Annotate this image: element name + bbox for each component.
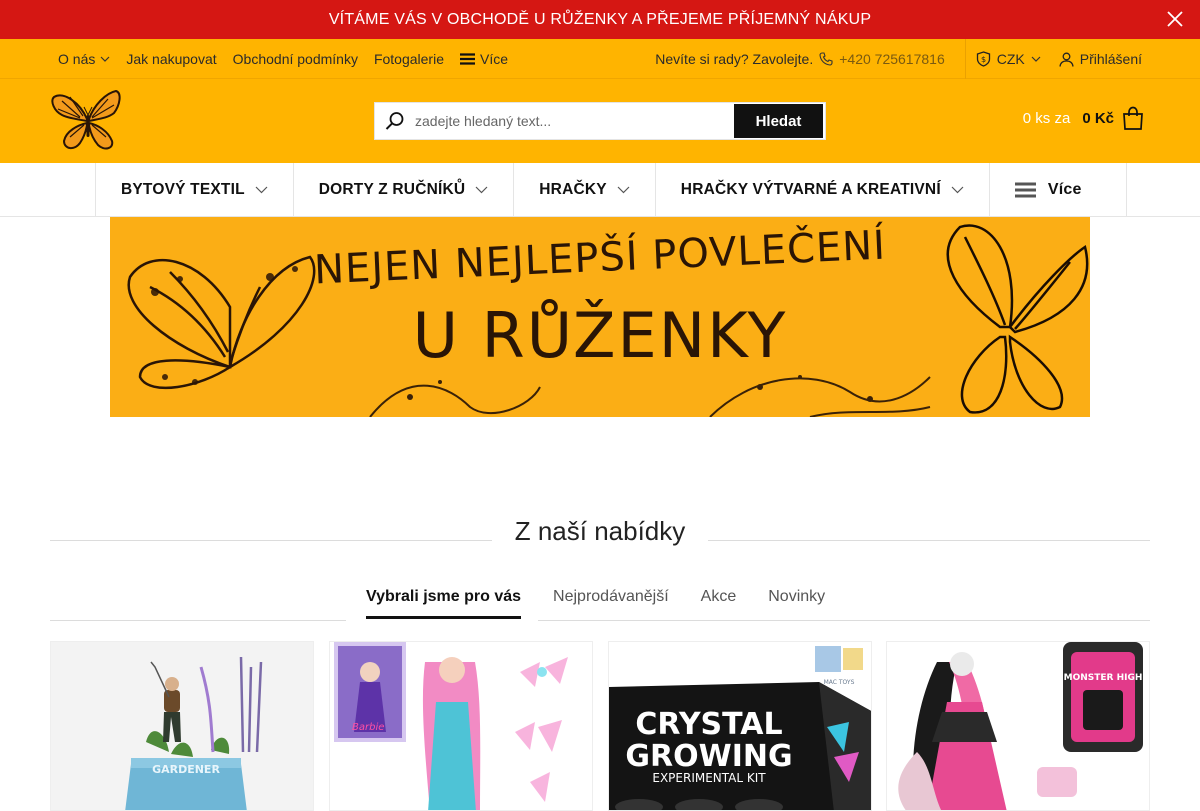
chevron-down-icon <box>951 186 964 194</box>
product-image-text: GROWING <box>625 739 792 774</box>
section-title: Z naší nabídky <box>492 516 708 547</box>
chevron-down-icon <box>1031 56 1041 62</box>
top-link-label: Více <box>480 51 509 67</box>
shopping-bag-icon <box>1123 106 1143 130</box>
top-link-label: O nás <box>58 51 96 67</box>
category-nav: BYTOVÝ TEXTIL DORTY Z RUČNÍKŮ HRAČKY HRA… <box>0 163 1200 217</box>
top-link-terms[interactable]: Obchodní podmínky <box>233 51 358 67</box>
user-icon <box>1059 52 1074 67</box>
category-towel-cakes[interactable]: DORTY Z RUČNÍKŮ <box>294 163 515 217</box>
menu-icon <box>1014 182 1036 198</box>
menu-icon <box>460 53 475 65</box>
product-image-text: Barbie <box>352 722 384 733</box>
tab-sale[interactable]: Akce <box>701 588 737 619</box>
category-toys[interactable]: HRAČKY <box>514 163 656 217</box>
currency-shield-icon: $ <box>976 51 990 67</box>
tab-recommended[interactable]: Vybrali jsme pro vás <box>366 588 522 619</box>
section-heading: Z naší nabídky <box>50 512 1150 552</box>
category-label: DORTY Z RUČNÍKŮ <box>318 181 466 198</box>
search-input[interactable] <box>415 104 734 138</box>
product-image-text: EXPERIMENTAL KIT <box>652 771 766 785</box>
banner-subheadline: U RŮŽENKY <box>412 299 788 372</box>
hero-banner[interactable]: NEJEN NEJLEPŠÍ POVLEČENÍ U RŮŽENKY <box>110 217 1090 417</box>
top-link-gallery[interactable]: Fotogalerie <box>374 51 444 67</box>
header: Hledat 0 ks za 0 Kč <box>0 79 1200 163</box>
chevron-down-icon <box>475 186 488 194</box>
category-label: HRAČKY VÝTVARNÉ A KREATIVNÍ <box>680 181 941 198</box>
top-links: O nás Jak nakupovat Obchodní podmínky Fo… <box>58 39 508 79</box>
cart-count: 0 ks za <box>1022 109 1071 127</box>
divider <box>538 620 1150 621</box>
search-bar: Hledat <box>374 102 826 140</box>
product-tabs: Vybrali jsme pro vás Nejprodávanější Akc… <box>50 588 1150 622</box>
product-image: MAC TOYS CRYSTAL GROWING EXPERIMENTAL KI… <box>609 642 871 810</box>
search-icon[interactable] <box>375 103 415 139</box>
currency-selector[interactable]: $ CZK <box>966 39 1059 79</box>
svg-text:$: $ <box>981 55 986 64</box>
login-label: Přihlášení <box>1079 51 1142 67</box>
product-image-text: CRYSTAL <box>635 707 782 742</box>
cart-price: 0 Kč <box>1082 109 1114 127</box>
help-text: Nevíte si rady? Zavolejte. <box>655 51 814 67</box>
announcement-text: VÍTÁME VÁS V OBCHODĚ U RŮŽENKY A PŘEJEME… <box>328 10 872 28</box>
announcement-bar: VÍTÁME VÁS V OBCHODĚ U RŮŽENKY A PŘEJEME… <box>0 0 1200 39</box>
chevron-down-icon <box>100 56 110 62</box>
phone-icon <box>819 52 833 66</box>
product-image: Barbie <box>330 642 592 810</box>
product-card[interactable]: GARDENER <box>50 641 314 811</box>
top-link-how-to-buy[interactable]: Jak nakupovat <box>126 51 216 67</box>
category-more[interactable]: Více <box>990 163 1127 217</box>
currency-label: CZK <box>996 51 1025 67</box>
close-icon[interactable] <box>1166 10 1184 28</box>
butterfly-logo[interactable] <box>50 89 124 153</box>
product-image: MONSTER HIGH <box>887 642 1149 810</box>
product-image-text: GARDENER <box>152 763 220 776</box>
category-creative-toys[interactable]: HRAČKY VÝTVARNÉ A KREATIVNÍ <box>656 163 990 217</box>
phone-number[interactable]: +420 725617816 <box>839 51 945 67</box>
chevron-down-icon <box>255 186 268 194</box>
tab-new[interactable]: Novinky <box>768 588 825 619</box>
category-home-textile[interactable]: BYTOVÝ TEXTIL <box>96 163 294 217</box>
category-label: Více <box>1047 181 1082 198</box>
product-card[interactable]: MONSTER HIGH <box>886 641 1150 811</box>
divider <box>50 620 346 621</box>
cart-summary[interactable]: 0 ks za 0 Kč <box>1023 106 1144 130</box>
category-label: HRAČKY <box>539 181 607 198</box>
product-card[interactable]: Barbie <box>329 641 593 811</box>
phone-contact: Nevíte si rady? Zavolejte. +420 72561781… <box>655 39 966 79</box>
top-right: Nevíte si rady? Zavolejte. +420 72561781… <box>655 39 1142 79</box>
top-link-about[interactable]: O nás <box>58 51 110 67</box>
login-link[interactable]: Přihlášení <box>1059 51 1142 67</box>
product-image-text: MONSTER HIGH <box>1064 673 1143 683</box>
product-card[interactable]: MAC TOYS CRYSTAL GROWING EXPERIMENTAL KI… <box>608 641 872 811</box>
category-label: BYTOVÝ TEXTIL <box>121 181 245 198</box>
product-image: GARDENER <box>51 642 313 810</box>
top-bar: O nás Jak nakupovat Obchodní podmínky Fo… <box>0 39 1200 79</box>
chevron-down-icon <box>617 186 630 194</box>
tab-bestsellers[interactable]: Nejprodávanější <box>553 588 669 619</box>
search-button[interactable]: Hledat <box>734 104 823 138</box>
top-link-more[interactable]: Více <box>460 51 508 67</box>
product-badge: MAC TOYS <box>824 679 855 686</box>
